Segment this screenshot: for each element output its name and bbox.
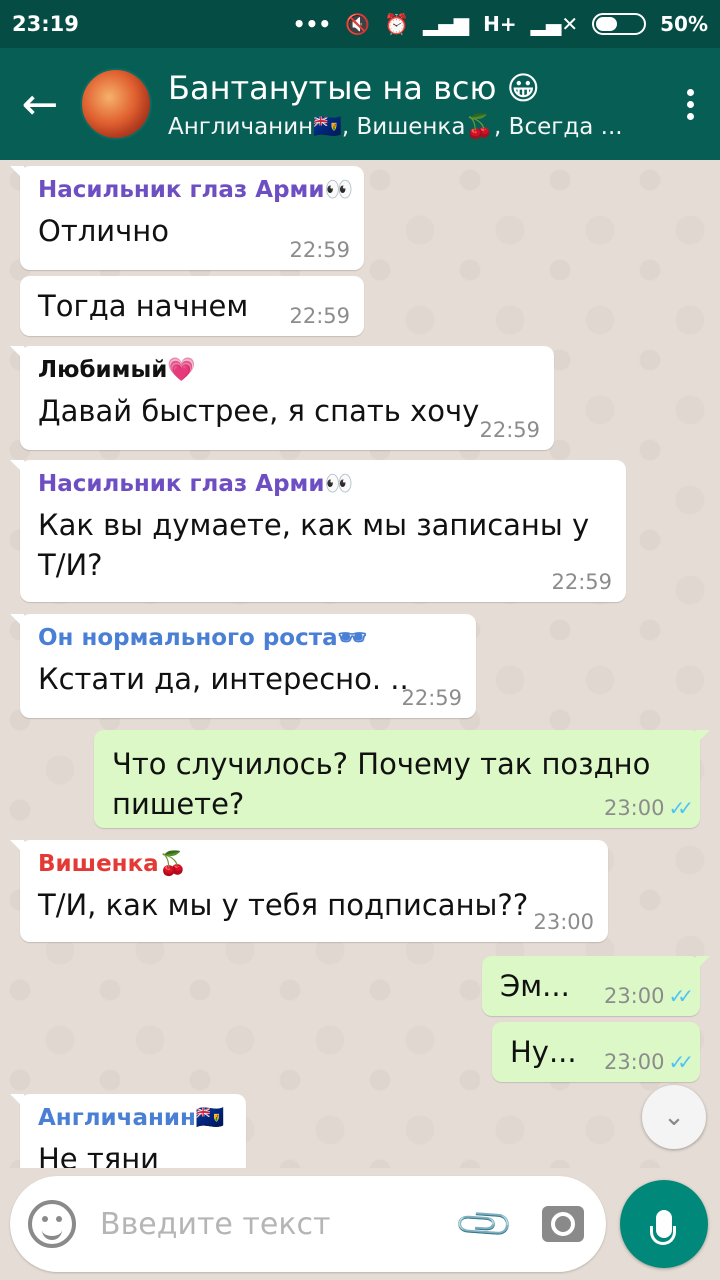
message-list[interactable]: Насильник глаз Арми👀 Отлично 22:59 Тогда…: [0, 160, 720, 1168]
message-bubble-outgoing[interactable]: Ну... 23:00 ✓✓: [492, 1022, 700, 1082]
status-time: 23:19: [12, 12, 79, 36]
composer-bar: Введите текст 📎: [0, 1168, 720, 1280]
microphone-icon: [650, 1210, 676, 1245]
message-sender: Насильник глаз Арми👀: [38, 471, 354, 497]
message-text: Давай быстрее, я спать хочу: [38, 394, 480, 428]
network-type: H+: [483, 12, 517, 36]
notification-dots-icon: •••: [292, 12, 332, 36]
message-sender: Он нормального роста🕶: [38, 625, 367, 651]
more-options-icon[interactable]: [660, 48, 720, 160]
message-time: 23:00: [533, 910, 594, 934]
silent-icon: 🔇: [345, 12, 371, 36]
message-text: Кстати да, интересно. ..: [38, 662, 409, 696]
camera-icon[interactable]: [542, 1206, 584, 1242]
back-arrow-icon[interactable]: ←: [0, 48, 80, 160]
signal-x-icon: ▂▄✕: [530, 12, 579, 36]
message-bubble-outgoing[interactable]: Эм... 23:00 ✓✓: [482, 956, 710, 1016]
message-text: Т/И, как мы у тебя подписаны??: [38, 888, 529, 922]
chat-title-area[interactable]: Бантанутые на всю 😀 Англичанин🇹🇨, Вишенк…: [168, 69, 660, 140]
group-avatar[interactable]: [80, 68, 152, 140]
read-ticks-icon: ✓✓: [668, 796, 693, 820]
message-time: 22:59: [551, 570, 612, 594]
message-time: 22:59: [289, 238, 350, 262]
message-bubble-incoming[interactable]: Англичанин🇹🇨 Не тяни: [10, 1094, 246, 1168]
message-bubble-outgoing[interactable]: Что случилось? Почему так поздно пишете?…: [94, 730, 710, 828]
scroll-down-button[interactable]: ⌄: [642, 1085, 706, 1149]
message-sender: Насильник глаз Арми👀: [38, 177, 354, 203]
message-bubble-incoming[interactable]: Насильник глаз Арми👀 Отлично 22:59: [10, 166, 364, 270]
chat-header: ← Бантанутые на всю 😀 Англичанин🇹🇨, Више…: [0, 48, 720, 160]
message-sender: Англичанин🇹🇨: [38, 1105, 225, 1131]
emoji-icon[interactable]: [28, 1200, 76, 1248]
message-text: Что случилось? Почему так поздно пишете?: [112, 747, 651, 821]
alarm-icon: ⏰: [384, 12, 409, 36]
mic-button[interactable]: [620, 1180, 708, 1268]
read-ticks-icon: ✓✓: [668, 984, 693, 1008]
message-time: 22:59: [479, 418, 540, 442]
message-bubble-incoming[interactable]: Насильник глаз Арми👀 Как вы думаете, как…: [10, 460, 626, 602]
chat-title: Бантанутые на всю 😀: [168, 68, 540, 107]
message-sender: Вишенка🍒: [38, 851, 188, 877]
battery-percent: 50%: [660, 12, 708, 36]
message-input[interactable]: Введите текст: [100, 1207, 461, 1242]
message-time: 23:00 ✓✓: [603, 1050, 694, 1074]
message-time: 23:00 ✓✓: [603, 796, 694, 820]
battery-level: [596, 17, 618, 31]
message-time-value: 23:00: [603, 1050, 665, 1074]
read-ticks-icon: ✓✓: [668, 1050, 693, 1074]
message-input-container: Введите текст 📎: [10, 1176, 606, 1272]
chevron-double-down-icon: ⌄: [663, 1102, 685, 1132]
message-text: Как вы думаете, как мы записаны у Т/И?: [38, 508, 590, 582]
message-bubble-incoming[interactable]: Вишенка🍒 Т/И, как мы у тебя подписаны?? …: [10, 840, 608, 942]
message-time-value: 23:00: [603, 984, 665, 1008]
message-time: 22:59: [401, 686, 462, 710]
message-time: 23:00 ✓✓: [603, 984, 694, 1008]
message-bubble-incoming[interactable]: Тогда начнем 22:59: [20, 276, 364, 336]
message-bubble-incoming[interactable]: Любимый💗 Давай быстрее, я спать хочу 22:…: [10, 346, 554, 450]
message-time: 22:59: [289, 304, 350, 328]
status-bar: 23:19 ••• 🔇 ⏰ ▂▄▆ H+ ▂▄✕ 50%: [0, 0, 720, 48]
status-icons: ••• 🔇 ⏰ ▂▄▆ H+ ▂▄✕ 50%: [293, 12, 708, 36]
paperclip-icon[interactable]: 📎: [452, 1191, 517, 1256]
message-text: Не тяни: [38, 1142, 160, 1168]
message-sender: Любимый💗: [38, 357, 196, 383]
battery-icon: [592, 13, 647, 35]
signal-icon: ▂▄▆: [422, 12, 470, 36]
message-time-value: 23:00: [603, 796, 665, 820]
message-bubble-incoming[interactable]: Он нормального роста🕶 Кстати да, интерес…: [10, 614, 476, 718]
chat-participants: Англичанин🇹🇨, Вишенка🍒, Всегда ...: [168, 113, 623, 140]
